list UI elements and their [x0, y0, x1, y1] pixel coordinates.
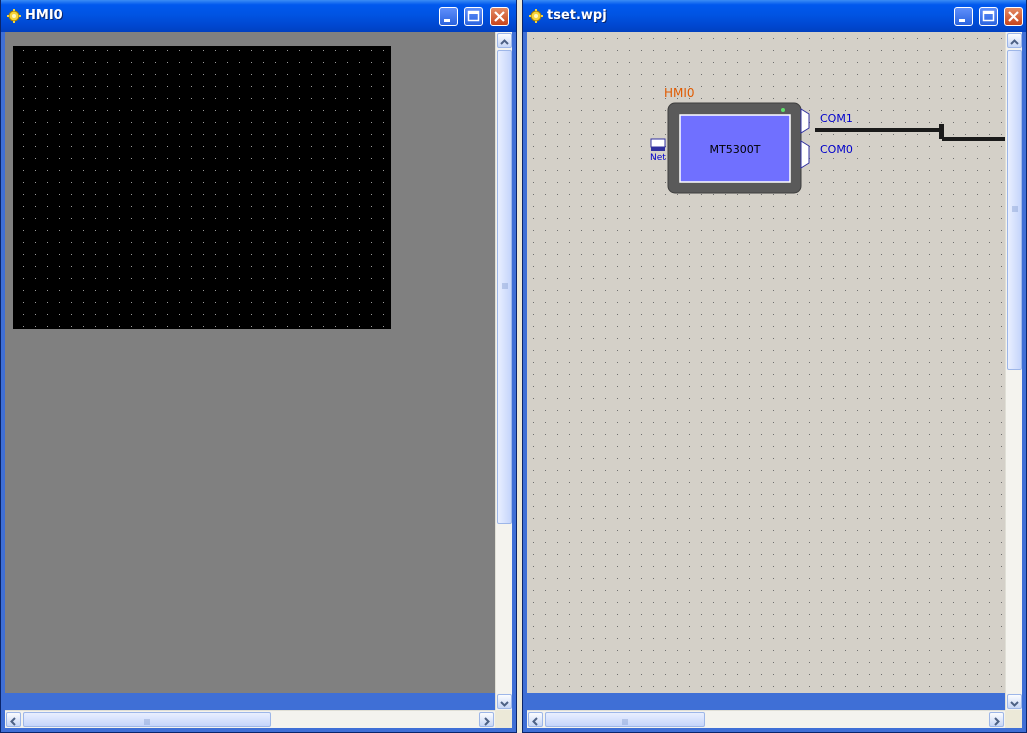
maximize-button[interactable] [979, 7, 998, 26]
hmi-window-titlebar[interactable]: HMI0 [1, 0, 516, 32]
close-icon [494, 11, 505, 22]
chevron-right-icon [484, 717, 490, 726]
gear-icon [7, 9, 21, 23]
power-led-icon [781, 108, 785, 112]
hmi-horizontal-scrollbar[interactable] [5, 710, 495, 728]
close-button[interactable] [490, 7, 509, 26]
com1-label: COM1 [820, 112, 853, 125]
minimize-button[interactable] [954, 7, 973, 26]
project-window-title: tset.wpj [547, 8, 607, 23]
close-icon [1008, 11, 1019, 22]
device-model-label: MT5300T [710, 143, 761, 156]
scroll-up-button[interactable] [497, 33, 512, 48]
horizontal-scroll-thumb[interactable] [23, 712, 271, 727]
scroll-left-button[interactable] [6, 712, 21, 727]
maximize-icon [982, 10, 995, 22]
hmi-window-client [5, 32, 512, 728]
hmi-device[interactable]: MT5300T [667, 102, 802, 194]
net-port-connector [651, 147, 665, 151]
chevron-up-icon [500, 39, 509, 45]
hmi-window: HMI0 [0, 0, 517, 733]
scroll-right-button[interactable] [989, 712, 1004, 727]
scroll-down-button[interactable] [497, 694, 512, 709]
horizontal-scroll-thumb[interactable] [545, 712, 705, 727]
scrollbar-corner [495, 710, 512, 728]
chevron-down-icon [500, 701, 509, 707]
project-vertical-scrollbar[interactable] [1005, 32, 1022, 710]
maximize-button[interactable] [464, 7, 483, 26]
project-horizontal-scrollbar[interactable] [527, 710, 1005, 728]
gear-icon [529, 9, 543, 23]
hmi-editor-canvas[interactable] [5, 32, 497, 693]
hmi-window-title: HMI0 [25, 8, 63, 23]
project-window-titlebar[interactable]: tset.wpj [523, 0, 1026, 32]
minimize-icon [959, 19, 965, 22]
close-button[interactable] [1004, 7, 1023, 26]
net-port[interactable]: Net [650, 138, 666, 163]
project-window: tset.wpj HMI0 MT5300T Net COM1 COM0 [522, 0, 1027, 733]
project-window-client: HMI0 MT5300T Net COM1 COM0 [527, 32, 1022, 728]
chevron-right-icon [994, 717, 1000, 726]
scroll-right-button[interactable] [479, 712, 494, 727]
hmi-screen-area[interactable] [13, 46, 391, 329]
chevron-down-icon [1010, 701, 1019, 707]
vertical-scroll-thumb[interactable] [1007, 50, 1022, 370]
minimize-icon [444, 19, 450, 22]
chevron-left-icon [10, 717, 16, 726]
net-port-icon [650, 138, 666, 148]
scrollbar-corner [1005, 710, 1022, 728]
chevron-left-icon [532, 717, 538, 726]
hmi-vertical-scrollbar[interactable] [495, 32, 512, 710]
minimize-button[interactable] [439, 7, 458, 26]
vertical-scroll-thumb[interactable] [497, 50, 512, 524]
maximize-icon [467, 10, 480, 22]
com0-label: COM0 [820, 143, 853, 156]
scroll-up-button[interactable] [1007, 33, 1022, 48]
project-diagram-canvas[interactable]: HMI0 MT5300T Net COM1 COM0 [527, 32, 1007, 693]
chevron-up-icon [1010, 39, 1019, 45]
scroll-down-button[interactable] [1007, 694, 1022, 709]
net-port-label: Net [650, 153, 666, 163]
scroll-left-button[interactable] [528, 712, 543, 727]
serial-port-icon [800, 140, 810, 169]
device-name-label: HMI0 [664, 86, 695, 100]
